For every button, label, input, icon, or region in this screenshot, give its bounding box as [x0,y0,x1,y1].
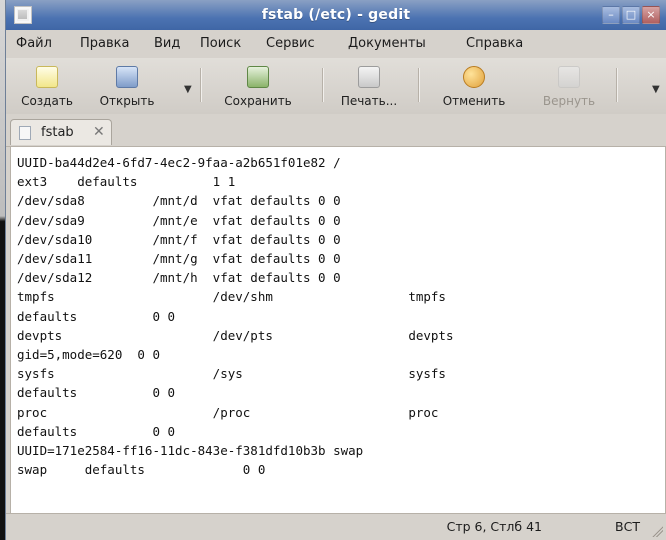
editor-line[interactable]: /dev/sda9 /mnt/e vfat defaults 0 0 [17,211,454,230]
menu-tools[interactable]: Сервис [266,36,315,51]
editor-line[interactable]: tmpfs /dev/shm tmpfs [17,287,454,306]
editor-line[interactable]: defaults 0 0 [17,307,454,326]
printer-icon [358,66,380,88]
save-label: Сохранить [224,94,292,108]
redo-button[interactable]: Вернуть [526,62,612,110]
close-window-button[interactable]: × [642,6,660,24]
editor-line[interactable]: gid=5,mode=620 0 0 [17,345,454,364]
new-label: Создать [21,94,73,108]
save-icon [247,66,269,88]
toolbar: Создать Открыть ▼ Сохранить Печать... От… [6,58,666,115]
toolbar-separator [418,68,419,102]
cursor-position: Стр 6, Стлб 41 [446,519,542,534]
gedit-window: fstab (/etc) - gedit – □ × Файл Правка В… [6,0,666,540]
open-button[interactable]: Открыть [92,62,162,110]
editor-line[interactable]: defaults 0 0 [17,383,454,402]
toolbar-separator [322,68,323,102]
insert-mode-indicator[interactable]: ВСТ [615,519,640,534]
toolbar-separator [616,68,617,102]
editor-line[interactable]: proc /proc proc [17,403,454,422]
undo-icon [463,66,485,88]
open-label: Открыть [99,94,155,108]
editor-line[interactable]: /dev/sda10 /mnt/f vfat defaults 0 0 [17,230,454,249]
save-button[interactable]: Сохранить [208,62,308,110]
menu-bar: Файл Правка Вид Поиск Сервис Документы С… [6,30,666,59]
resize-grip-icon[interactable] [651,525,663,537]
editor-line[interactable]: /dev/sda8 /mnt/d vfat defaults 0 0 [17,191,454,210]
editor-line[interactable]: /dev/sda11 /mnt/g vfat defaults 0 0 [17,249,454,268]
open-folder-icon [116,66,138,88]
editor-line[interactable]: UUID=171e2584-ff16-11dc-843e-f381dfd10b3… [17,441,454,460]
redo-icon [558,66,580,88]
toolbar-overflow-chevron-down-icon[interactable]: ▼ [652,84,660,95]
menu-file[interactable]: Файл [16,36,52,51]
toolbar-separator [200,68,201,102]
undo-label: Отменить [442,94,506,108]
editor-content[interactable]: UUID-ba44d2e4-6fd7-4ec2-9faa-a2b651f01e8… [17,153,454,479]
status-bar: Стр 6, Стлб 41 ВСТ [6,513,666,540]
redo-label: Вернуть [542,94,596,108]
tab-bar: fstab ✕ [6,114,666,147]
editor-line[interactable]: UUID-ba44d2e4-6fd7-4ec2-9faa-a2b651f01e8… [17,153,454,172]
editor-line[interactable]: ext3 defaults 1 1 [17,172,454,191]
menu-edit[interactable]: Правка [80,36,129,51]
new-document-icon [36,66,58,88]
close-icon[interactable]: ✕ [93,124,105,140]
menu-search[interactable]: Поиск [200,36,241,51]
tab-fstab[interactable]: fstab ✕ [10,119,112,145]
print-button[interactable]: Печать... [328,62,410,110]
maximize-button[interactable]: □ [622,6,640,24]
new-button[interactable]: Создать [12,62,82,110]
title-bar[interactable]: fstab (/etc) - gedit – □ × [6,0,666,30]
print-label: Печать... [340,94,398,108]
menu-help[interactable]: Справка [466,36,523,51]
tab-label: fstab [41,125,74,140]
menu-documents[interactable]: Документы [348,36,426,51]
menu-view[interactable]: Вид [154,36,180,51]
window-title: fstab (/etc) - gedit [261,7,411,23]
editor-line[interactable]: swap defaults 0 0 [17,460,454,479]
editor-line[interactable]: devpts /dev/pts devpts [17,326,454,345]
open-recent-chevron-down-icon[interactable]: ▼ [184,84,192,95]
editor-line[interactable]: defaults 0 0 [17,422,454,441]
minimize-button[interactable]: – [602,6,620,24]
text-editor[interactable]: UUID-ba44d2e4-6fd7-4ec2-9faa-a2b651f01e8… [10,146,666,514]
text-file-icon [19,126,31,140]
undo-button[interactable]: Отменить [426,62,522,110]
editor-line[interactable]: /dev/sda12 /mnt/h vfat defaults 0 0 [17,268,454,287]
editor-line[interactable]: sysfs /sys sysfs [17,364,454,383]
